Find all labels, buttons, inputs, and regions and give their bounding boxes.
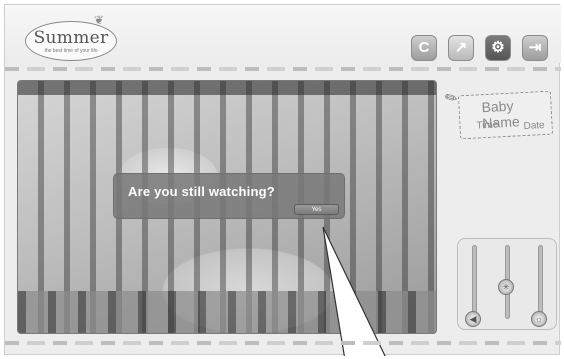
app-window: ❦ Summer the best time of your life C ↗ …	[4, 4, 561, 356]
volume-slider-knob[interactable]: ◀	[465, 311, 481, 327]
date-label: Date	[523, 119, 546, 133]
brightness-icon: ☼	[534, 314, 544, 324]
brightness-slider-knob[interactable]: ☼	[531, 311, 547, 327]
time-label: Time	[476, 119, 499, 132]
brightness-slider-track[interactable]	[538, 245, 543, 319]
divider-bottom	[5, 341, 561, 345]
speaker-icon: ◀	[469, 314, 477, 324]
control-panel: ◀ ✳ ☼	[457, 238, 557, 330]
zoom-slider-knob[interactable]: ✳	[498, 279, 514, 295]
volume-slider-track[interactable]	[472, 245, 477, 319]
zoom-icon: ✳	[502, 282, 510, 292]
baby-name-tag[interactable]: Baby Name Time Date	[457, 90, 554, 140]
